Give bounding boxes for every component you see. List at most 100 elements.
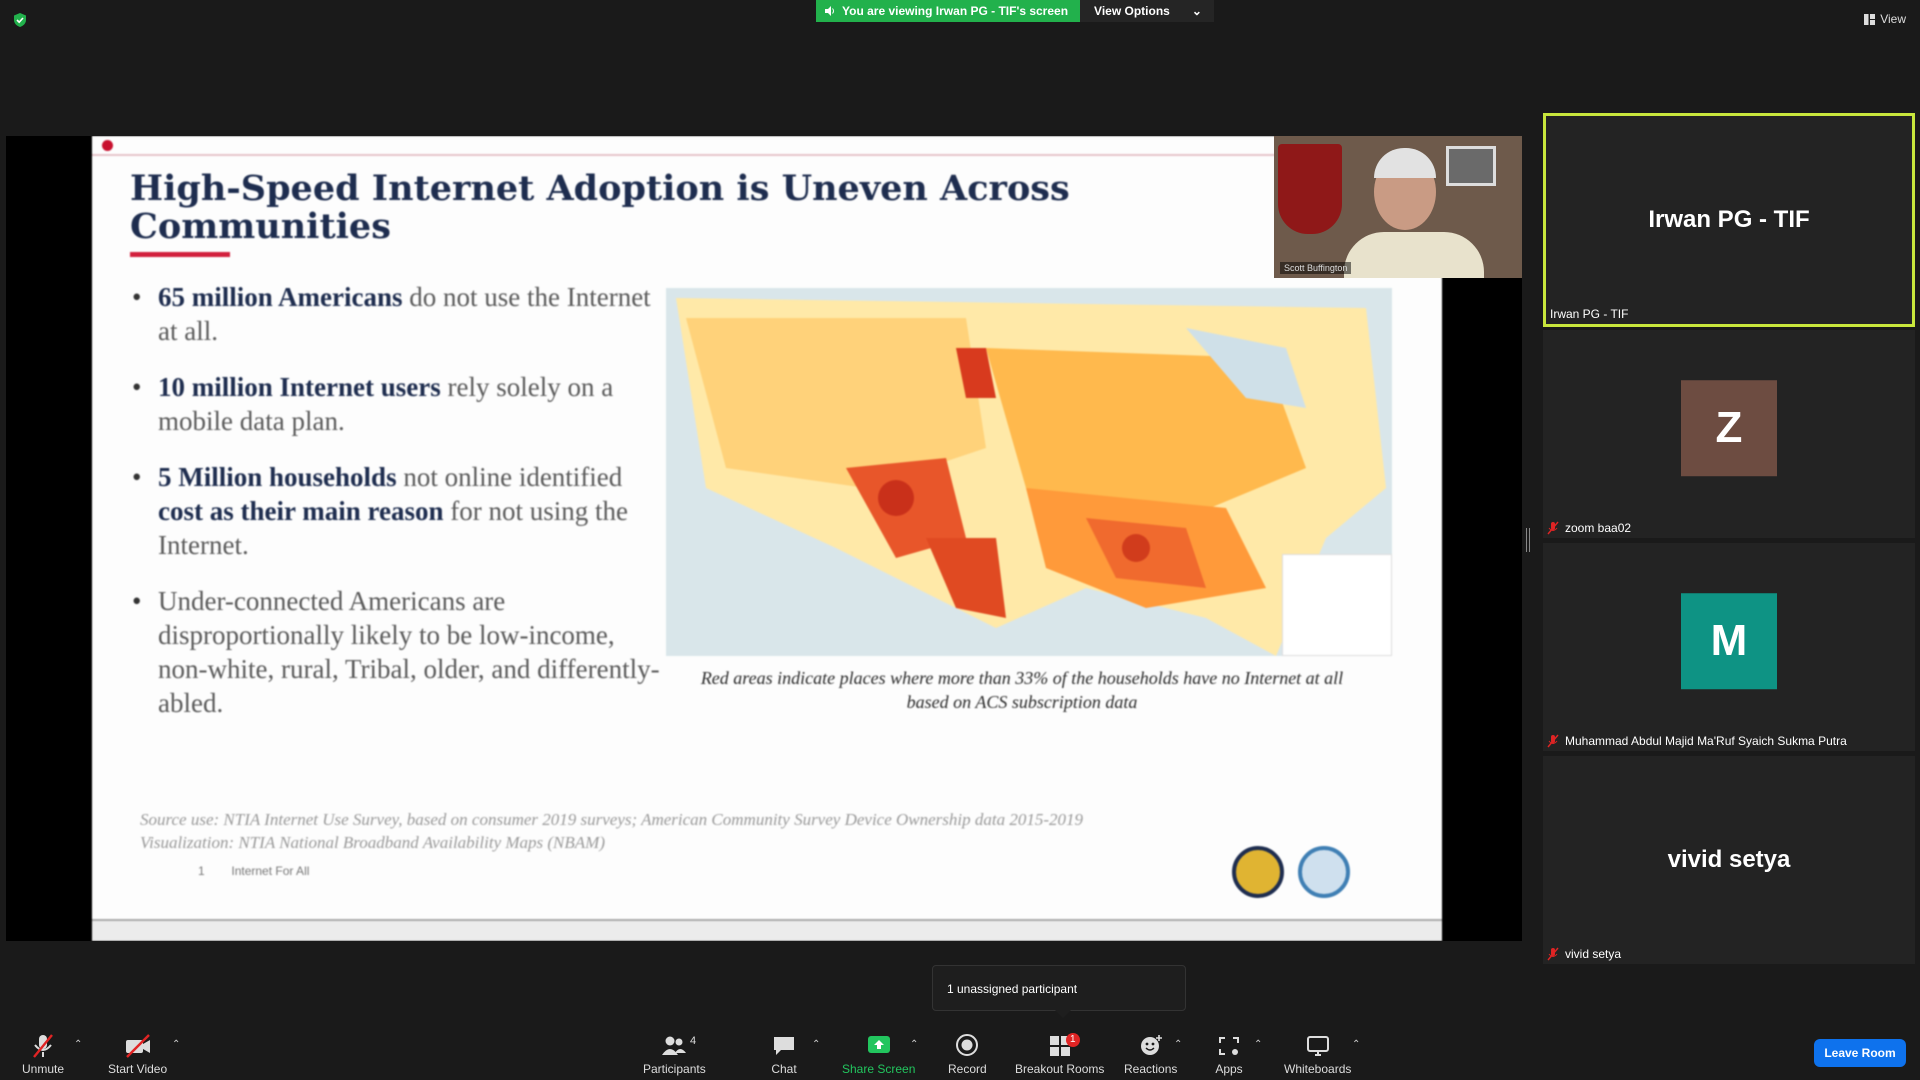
- breakout-rooms-label: Breakout Rooms: [1015, 1062, 1105, 1076]
- participant-label: Irwan PG - TIF: [1550, 307, 1628, 321]
- apps-button[interactable]: Apps: [1215, 1033, 1243, 1076]
- bullet-bold: 10 million Internet users: [158, 372, 441, 402]
- source-line: Source use: NTIA Internet Use Survey, ba…: [140, 810, 1084, 829]
- bullet-item: 10 million Internet users rely solely on…: [132, 370, 662, 438]
- share-banner-text: You are viewing Irwan PG - TIF's screen: [842, 4, 1069, 18]
- participant-tile[interactable]: Irwan PG - TIF Irwan PG - TIF: [1543, 113, 1915, 327]
- whiteboards-button[interactable]: Whiteboards: [1284, 1033, 1351, 1076]
- mic-muted-icon: [1547, 521, 1559, 535]
- apps-icon: [1219, 1037, 1239, 1055]
- whiteboards-options-caret[interactable]: ⌃: [1352, 1039, 1360, 1050]
- share-options-caret[interactable]: ⌃: [910, 1039, 918, 1050]
- video-off-icon: [125, 1034, 150, 1058]
- presentation-slide: High-Speed Internet Adoption is Uneven A…: [92, 136, 1442, 941]
- slide-footer: 1 Internet For All: [198, 864, 309, 878]
- security-shield-icon[interactable]: [12, 12, 28, 28]
- bullet-item: 5 Million households not online identifi…: [132, 460, 662, 562]
- speaker-hair: [1374, 148, 1436, 178]
- speaker-body: [1344, 232, 1484, 278]
- commerce-seal-logo: [1298, 846, 1350, 898]
- participant-label: zoom baa02: [1547, 521, 1631, 535]
- share-screen-label: Share Screen: [842, 1062, 916, 1076]
- mic-muted-icon: [1547, 947, 1559, 961]
- start-video-button[interactable]: Start Video: [108, 1033, 167, 1076]
- unmute-button[interactable]: Unmute: [22, 1033, 64, 1076]
- shared-screen[interactable]: High-Speed Internet Adoption is Uneven A…: [6, 136, 1522, 941]
- chevron-down-icon: ⌄: [1191, 4, 1202, 18]
- record-icon: [956, 1034, 979, 1056]
- participant-label: vivid setya: [1547, 947, 1621, 961]
- reactions-options-caret[interactable]: ⌃: [1174, 1039, 1182, 1050]
- speaker-icon: [825, 6, 834, 16]
- participant-label-text: Irwan PG - TIF: [1550, 307, 1629, 321]
- participant-display-name: vivid setya: [1667, 846, 1791, 873]
- participant-label-text: zoom baa02: [1565, 521, 1632, 535]
- bullet-item: Under-connected Americans are disproport…: [132, 584, 662, 720]
- mic-muted-icon: [1547, 734, 1559, 748]
- participant-tile[interactable]: vivid setya vivid setya: [1543, 756, 1915, 964]
- speaker-video-thumbnail[interactable]: Scott Buffington: [1274, 136, 1522, 278]
- video-options-caret[interactable]: ⌃: [172, 1039, 180, 1050]
- breakout-rooms-button[interactable]: Breakout Rooms: [1015, 1033, 1104, 1076]
- wall-poster: [1278, 144, 1342, 234]
- app-logo-icon: [102, 140, 113, 151]
- participants-count: 4: [690, 1035, 697, 1047]
- participants-button[interactable]: Participants: [643, 1033, 706, 1076]
- ntia-logo: [1232, 846, 1284, 898]
- source-line: Visualization: NTIA National Broadband A…: [140, 833, 605, 852]
- avatar: Z: [1681, 380, 1777, 477]
- participant-label-text: Muhammad Abdul Majid Ma'Ruf Syaich Sukma…: [1565, 734, 1847, 748]
- reactions-label: Reactions: [1124, 1062, 1178, 1076]
- breakout-tooltip: 1 unassigned participant: [932, 965, 1186, 1018]
- slide-header-strip: [92, 136, 1442, 156]
- chat-button[interactable]: Chat: [770, 1033, 798, 1076]
- reactions-button[interactable]: Reactions: [1124, 1033, 1177, 1076]
- map-legend: [1282, 554, 1392, 656]
- apps-label: Apps: [1215, 1062, 1243, 1076]
- participant-label: Muhammad Abdul Majid Ma'Ruf Syaich Sukma…: [1547, 734, 1847, 748]
- participants-label: Participants: [643, 1062, 706, 1076]
- slide-bullets: 65 million Americans do not use the Inte…: [132, 280, 662, 742]
- title-underline: [130, 252, 230, 257]
- whiteboards-label: Whiteboards: [1284, 1062, 1352, 1076]
- bullet-bold: cost as their main reason: [158, 496, 444, 526]
- unmute-label: Unmute: [22, 1062, 65, 1076]
- bullet-bold: 5 Million households: [158, 462, 397, 492]
- wall-frame: [1446, 146, 1496, 186]
- bullet-bold: 65 million Americans: [158, 282, 403, 312]
- avatar: M: [1681, 593, 1777, 690]
- view-button[interactable]: View: [1864, 12, 1906, 26]
- participant-label-text: vivid setya: [1565, 947, 1622, 961]
- bullet-item: 65 million Americans do not use the Inte…: [132, 280, 662, 348]
- slide-page-number: 1: [198, 864, 205, 878]
- participants-icon: [662, 1036, 687, 1055]
- presentation-status-bar: [92, 919, 1442, 941]
- participant-tile[interactable]: Z zoom baa02: [1543, 330, 1915, 538]
- start-video-label: Start Video: [108, 1062, 168, 1076]
- share-banner: You are viewing Irwan PG - TIF's screen …: [816, 0, 1214, 22]
- panel-resize-handle[interactable]: [1526, 528, 1530, 552]
- view-options-label: View Options: [1094, 4, 1170, 18]
- breakout-badge: 1: [1066, 1033, 1080, 1047]
- record-label: Record: [948, 1062, 987, 1076]
- leave-room-button[interactable]: Leave Room: [1814, 1039, 1906, 1067]
- slide-source: Source use: NTIA Internet Use Survey, ba…: [140, 808, 1360, 854]
- chat-options-caret[interactable]: ⌃: [812, 1039, 820, 1050]
- audio-options-caret[interactable]: ⌃: [74, 1039, 82, 1050]
- bullet-text: not online identified: [396, 462, 623, 492]
- share-screen-button[interactable]: Share Screen: [842, 1033, 915, 1076]
- speaker-name-tag: Scott Buffington: [1280, 262, 1352, 274]
- chat-icon: [774, 1037, 794, 1055]
- view-options-button[interactable]: View Options ⌄: [1080, 0, 1214, 22]
- participant-tile[interactable]: M Muhammad Abdul Majid Ma'Ruf Syaich Suk…: [1543, 543, 1915, 751]
- whiteboard-icon: [1306, 1036, 1329, 1056]
- mic-muted-icon: [33, 1034, 53, 1058]
- apps-options-caret[interactable]: ⌃: [1254, 1039, 1262, 1050]
- meeting-toolbar: Unmute ⌃ Start Video ⌃ Participants 4 Ch…: [0, 1025, 1920, 1080]
- zoom-meeting-window: You are viewing Irwan PG - TIF's screen …: [0, 0, 1920, 1080]
- participant-display-name: Irwan PG - TIF: [1648, 206, 1810, 233]
- reactions-icon: [1140, 1035, 1162, 1055]
- bullet-text: Under-connected Americans are disproport…: [158, 586, 660, 718]
- record-button[interactable]: Record: [948, 1033, 987, 1076]
- grid-view-icon: [1864, 13, 1876, 25]
